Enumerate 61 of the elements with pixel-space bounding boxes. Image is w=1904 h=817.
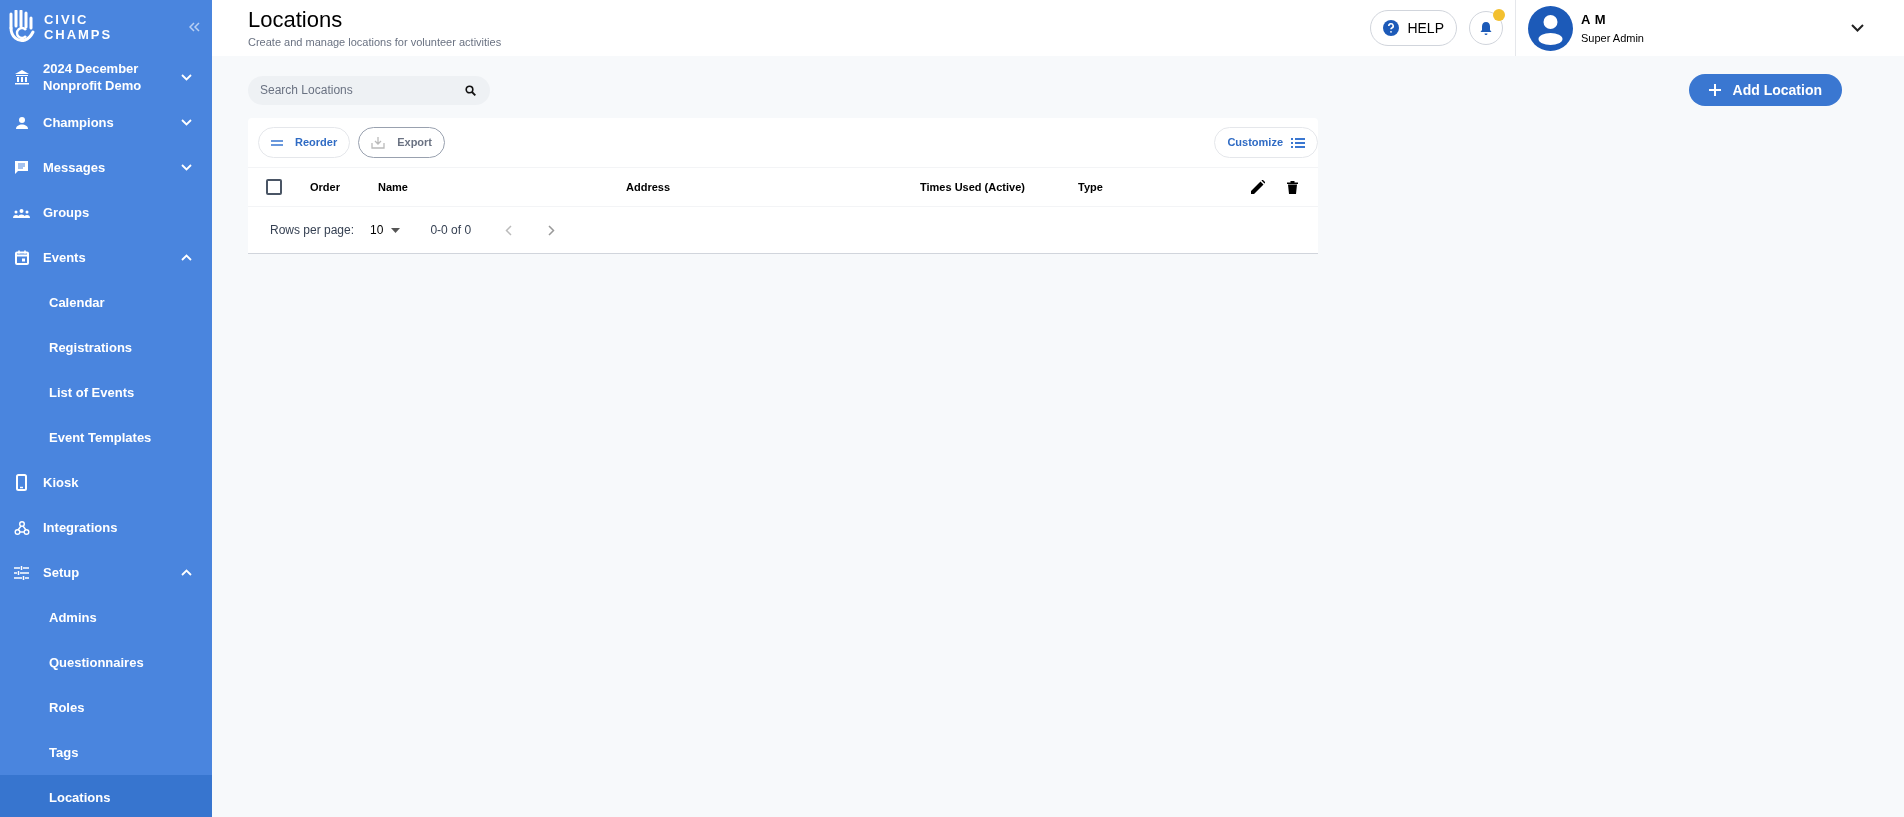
avatar-icon bbox=[1528, 5, 1573, 51]
caret-icon bbox=[391, 227, 401, 233]
sidebar-item[interactable]: Events bbox=[0, 235, 212, 280]
sidebar-subitem[interactable]: Admins bbox=[0, 595, 212, 640]
sidebar-subitem[interactable]: Questionnaires bbox=[0, 640, 212, 685]
column-header: Type bbox=[1078, 179, 1104, 195]
column-header: Name bbox=[378, 179, 409, 195]
sidebar-item[interactable]: Setup bbox=[0, 550, 212, 595]
group-icon bbox=[13, 207, 30, 218]
add-location-button[interactable]: Add Location bbox=[1688, 74, 1842, 106]
user-name: A M bbox=[1581, 11, 1608, 29]
edit-icon[interactable] bbox=[1251, 180, 1265, 194]
hand-logo-icon bbox=[8, 10, 36, 44]
sidebar-item[interactable]: Groups bbox=[0, 190, 212, 235]
brand-name: CHAMPS bbox=[44, 27, 113, 42]
chevron-down-icon bbox=[181, 73, 192, 81]
page-subtitle: Create and manage locations for volunteer activities bbox=[248, 34, 502, 50]
menu-icon bbox=[271, 139, 283, 146]
sidebar-item[interactable]: Integrations bbox=[0, 505, 212, 550]
sidebar-item[interactable]: Messages bbox=[0, 145, 212, 190]
sidebar-subitem[interactable]: Tags bbox=[0, 730, 212, 775]
sidebar-subitem[interactable]: Event Templates bbox=[0, 415, 212, 460]
chevron-down-icon bbox=[181, 164, 192, 171]
message-icon bbox=[14, 160, 29, 175]
trash-icon[interactable] bbox=[1287, 180, 1298, 194]
phone-icon bbox=[16, 474, 27, 491]
integration-icon bbox=[13, 519, 30, 536]
chevron-down-icon[interactable] bbox=[1851, 24, 1864, 32]
plus-icon bbox=[1708, 84, 1721, 96]
chevron-up-icon bbox=[181, 254, 192, 261]
sidebar-subitem[interactable]: Registrations bbox=[0, 325, 212, 370]
help-icon bbox=[1383, 20, 1400, 36]
rows-per-page-label: Rows per page: bbox=[270, 222, 355, 239]
column-header: Order bbox=[310, 179, 341, 195]
sidebar-subitem[interactable]: List of Events bbox=[0, 370, 212, 415]
next-page-icon[interactable] bbox=[548, 224, 556, 236]
sidebar-subitem[interactable]: Calendar bbox=[0, 280, 212, 325]
page-range: 0-0 of 0 bbox=[430, 222, 472, 239]
brand-name: CIVIC bbox=[44, 12, 90, 27]
page-title: Locations bbox=[248, 5, 344, 34]
column-header: Address bbox=[626, 179, 672, 195]
person-icon bbox=[14, 115, 29, 130]
download-icon bbox=[371, 136, 386, 149]
sidebar-subitem[interactable]: Locations bbox=[0, 775, 212, 817]
checkbox[interactable] bbox=[266, 179, 282, 195]
sliders-icon bbox=[14, 565, 29, 580]
calendar-icon bbox=[14, 250, 29, 265]
sidebar-item[interactable]: Champions bbox=[0, 100, 212, 145]
bell-icon bbox=[1479, 20, 1493, 36]
column-header: Times Used (Active) bbox=[920, 179, 1026, 195]
user-role: Super Admin bbox=[1581, 30, 1645, 46]
bank-icon bbox=[13, 69, 30, 85]
search-icon bbox=[465, 84, 476, 96]
chevron-down-icon bbox=[181, 119, 192, 126]
list-icon bbox=[1291, 137, 1305, 148]
search-field[interactable]: Search Locations bbox=[248, 75, 490, 105]
sidebar-subitem[interactable]: Roles bbox=[0, 685, 212, 730]
sidebar-item[interactable]: 2024 December Nonprofit Demo bbox=[0, 54, 212, 100]
sidebar-item[interactable]: Kiosk bbox=[0, 460, 212, 505]
rows-per-page-select[interactable]: 10 bbox=[370, 221, 401, 239]
chevron-up-icon bbox=[181, 569, 192, 576]
